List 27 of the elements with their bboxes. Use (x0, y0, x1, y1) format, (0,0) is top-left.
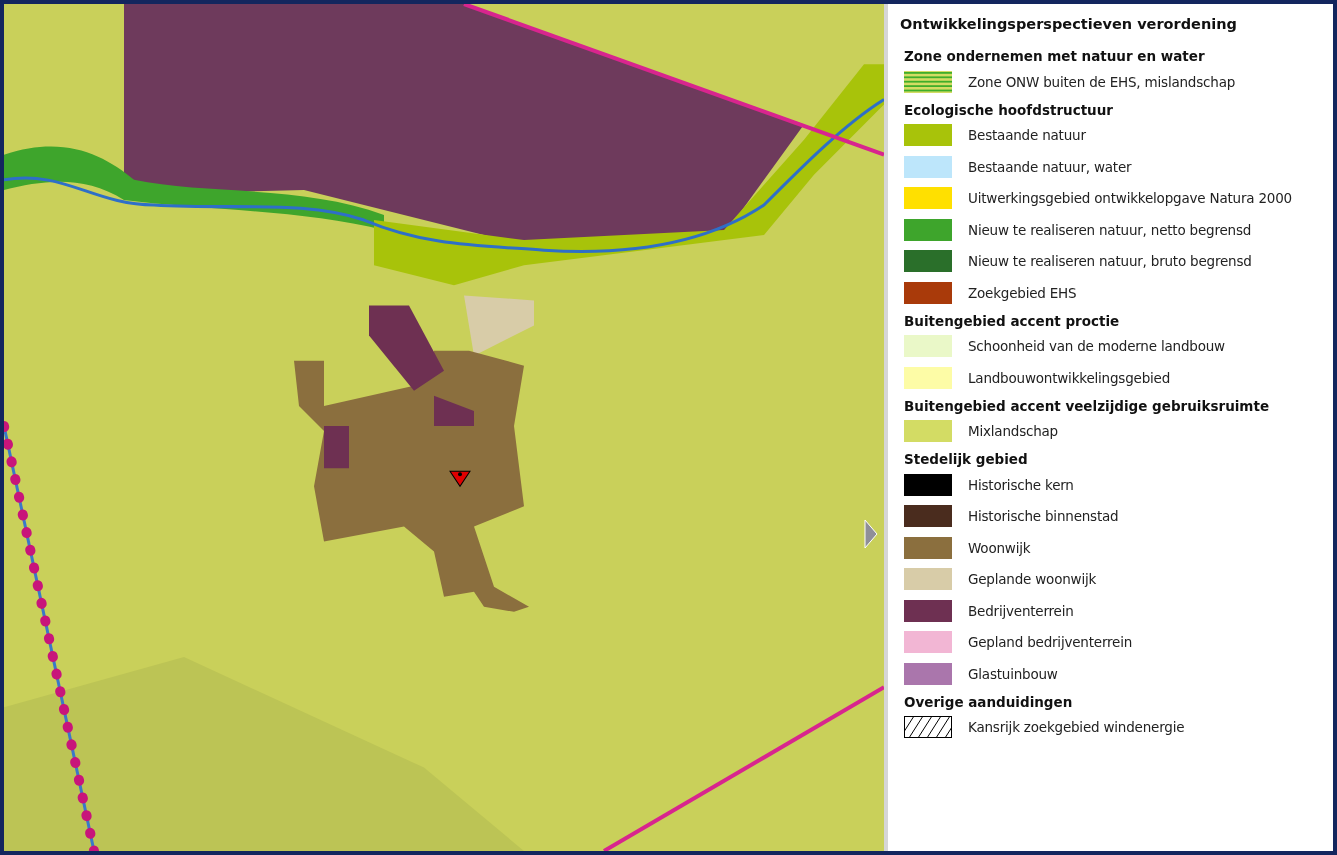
location-pin-icon (449, 470, 471, 487)
legend-heading: Buitengebied accent proctie (904, 311, 1121, 331)
legend-label: Bestaande natuur (968, 127, 1086, 144)
legend-label: Zoekgebied EHS (968, 284, 1077, 301)
legend-label: Uitwerkingsgebied ontwikkelopgave Natura 2000 (968, 190, 1292, 207)
legend-label: Bestaande natuur, water (968, 158, 1132, 175)
legend-label: Bedrijventerrein (968, 602, 1074, 619)
legend-label: Nieuw te realiseren natuur, bruto begrensd (968, 253, 1252, 270)
legend-heading: Stedelijk gebied (904, 450, 1029, 469)
legend-label: Geplande woonwijk (968, 571, 1097, 588)
legend-label: Historische kern (968, 476, 1074, 493)
legend-heading: Zone ondernemen met natuur en water (904, 47, 1206, 66)
legend-label: Kansrijk zoekgebied windenergie (968, 719, 1185, 736)
legend-label: Historische binnenstad (968, 508, 1119, 525)
expand-arrow-icon[interactable] (864, 519, 878, 549)
legend-label: Woonwijk (968, 539, 1031, 556)
legend-heading: Overige aanduidingen (904, 692, 1074, 712)
legend-label: Nieuw te realiseren natuur, netto begrensd (968, 221, 1252, 238)
legend-label: Mixlandschap (968, 423, 1058, 440)
legend-label: Glastuinbouw (968, 665, 1058, 682)
legend-heading: Buitengebied accent veelzijdige gebruiksruimte (904, 396, 1271, 416)
legend-heading: Ecologische hoofdstructuur (904, 100, 1114, 120)
legend-label: Gepland bedrijventerrein (968, 634, 1133, 651)
legend-label: Zone ONW buiten de EHS, mislandschap (968, 73, 1236, 90)
legend-label: Landbouwontwikkelingsgebied (968, 369, 1171, 386)
legend-title: Ontwikkelingsperspectieven verordening (900, 16, 1238, 32)
legend-label: Schoonheid van de moderne landbouw (968, 338, 1225, 355)
